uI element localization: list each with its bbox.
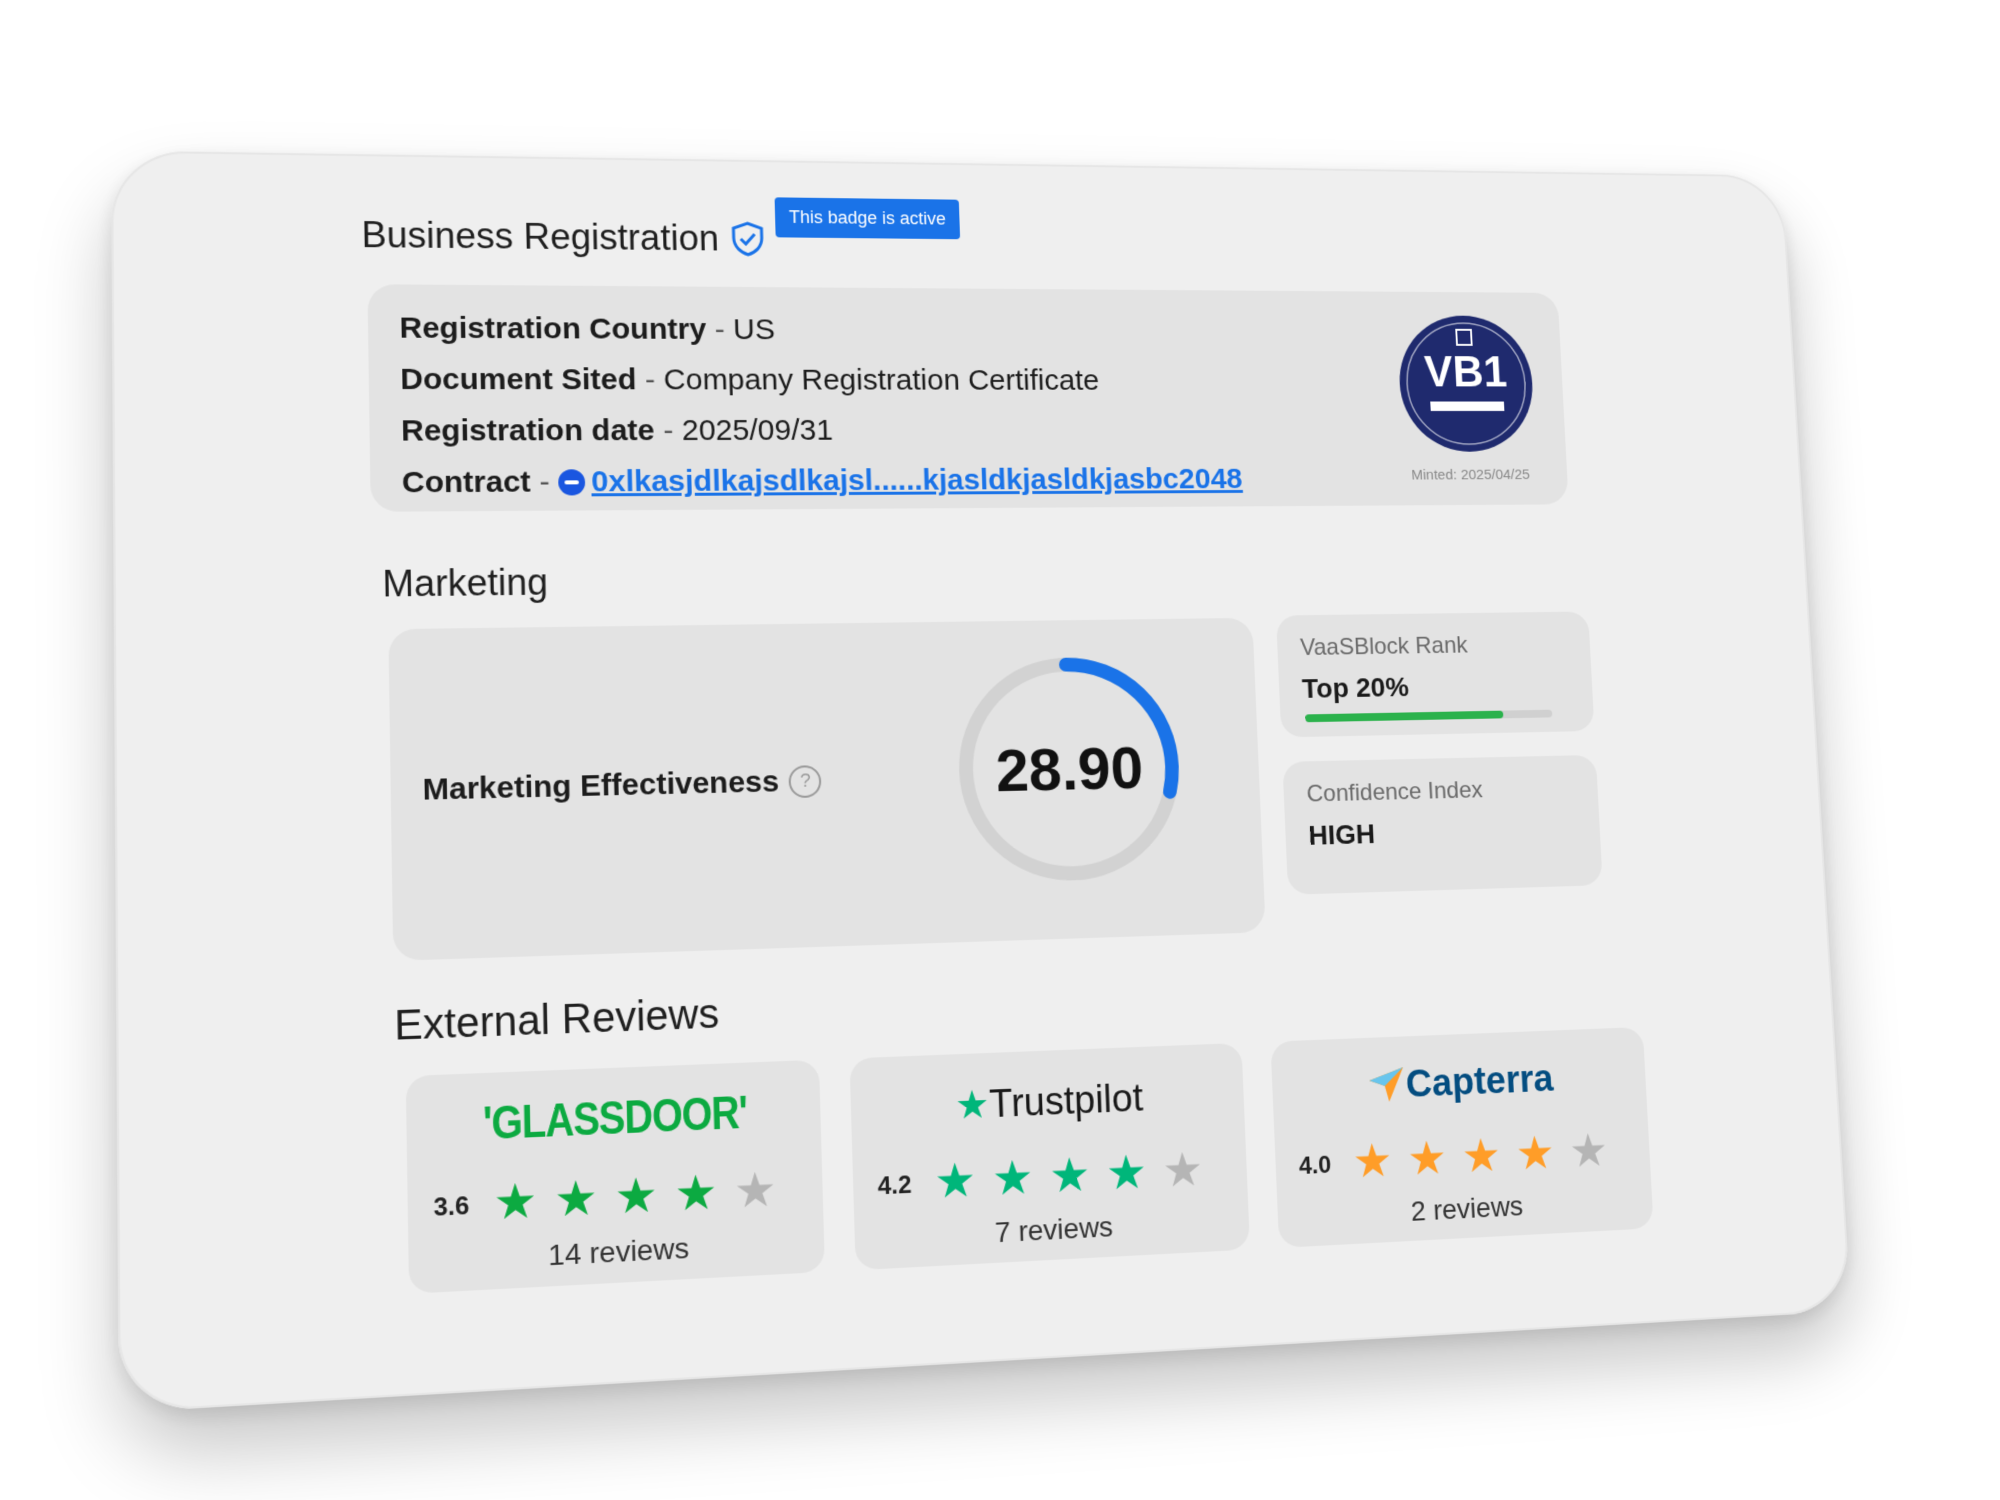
- row-separator: -: [705, 313, 734, 346]
- badge-active-tooltip: This badge is active: [774, 197, 961, 240]
- confidence-value: HIGH: [1307, 818, 1376, 851]
- star-filled-icon: ★: [933, 1152, 977, 1209]
- capterra-arrow-icon: [1369, 1067, 1405, 1103]
- registration-date-row: Registration date - 2025/09/31: [401, 405, 1242, 457]
- star-filled-icon: ★: [1351, 1133, 1394, 1188]
- vaasblock-rank-card: VaaSBlock Rank Top 20%: [1276, 611, 1595, 738]
- review-count: 7 reviews: [994, 1210, 1114, 1249]
- trustpilot-logo: ★Trustpilot: [850, 1071, 1244, 1134]
- document-sited-row: Document Sited - Company Registration Ce…: [400, 354, 1239, 406]
- verified-shield-icon: [730, 221, 765, 257]
- star-filled-icon: ★: [1406, 1131, 1448, 1185]
- star-filled-icon: ★: [673, 1164, 719, 1221]
- vb1-seal-logo: VB1: [1396, 315, 1536, 452]
- registration-card: Registration Country - US Document Sited…: [367, 284, 1569, 512]
- contract-row: Contract - 0xlkasjdlkajsdlkajsl......kja…: [402, 454, 1244, 508]
- star-rating: ★ ★ ★ ★ ★: [933, 1142, 1205, 1209]
- business-registration-title: Business Registration: [361, 214, 720, 259]
- confidence-index-card: Confidence Index HIGH: [1282, 754, 1603, 895]
- review-rating: 4.0: [1298, 1151, 1332, 1181]
- star-empty-icon: ★: [1161, 1142, 1205, 1197]
- registration-country-row: Registration Country - US: [399, 303, 1237, 357]
- row-key: Contract: [401, 465, 532, 500]
- row-separator: -: [530, 465, 559, 499]
- row-key: Document Sited: [400, 362, 637, 397]
- capterra-logo: Capterra: [1272, 1054, 1647, 1113]
- row-key: Registration date: [400, 414, 656, 448]
- star-filled-icon: ★: [553, 1170, 599, 1227]
- rank-value: Top 20%: [1301, 671, 1410, 704]
- star-rating: ★ ★ ★ ★ ★: [1351, 1123, 1610, 1188]
- star-filled-icon: ★: [1514, 1126, 1556, 1180]
- review-card-glassdoor[interactable]: 'GLASSDOOR' 3.6 ★ ★ ★ ★ ★ 14 reviews: [405, 1059, 825, 1294]
- star-filled-icon: ★: [1460, 1128, 1503, 1183]
- marketing-effectiveness-card: Marketing Effectiveness ? 28.90: [388, 617, 1266, 961]
- rank-label: VaaSBlock Rank: [1299, 632, 1469, 661]
- review-card-trustpilot[interactable]: ★Trustpilot 4.2 ★ ★ ★ ★ ★ 7 reviews: [849, 1042, 1251, 1271]
- star-filled-icon: ★: [1105, 1144, 1148, 1200]
- business-registration-heading: Business Registration: [361, 214, 765, 260]
- row-value: 2025/09/31: [681, 414, 834, 447]
- row-key: Registration Country: [399, 311, 707, 346]
- chain-icon: [558, 469, 586, 496]
- marketing-title: Marketing: [382, 561, 549, 605]
- row-separator: -: [636, 363, 664, 397]
- row-separator: -: [654, 414, 683, 448]
- rank-progress-track: [1305, 709, 1553, 723]
- review-count: 14 reviews: [547, 1231, 690, 1272]
- marketing-effectiveness-label: Marketing Effectiveness: [422, 765, 780, 807]
- row-value: US: [732, 313, 776, 347]
- star-filled-icon: ★: [492, 1172, 538, 1230]
- star-empty-icon: ★: [1568, 1123, 1610, 1177]
- tablet-screen: Business Registration This badge is acti…: [110, 150, 1852, 1413]
- confidence-label: Confidence Index: [1306, 776, 1484, 808]
- marketing-effectiveness-label-wrap: Marketing Effectiveness ?: [422, 764, 823, 808]
- external-reviews-title: External Reviews: [393, 991, 720, 1050]
- review-rating: 4.2: [877, 1171, 913, 1201]
- star-filled-icon: ★: [613, 1167, 659, 1224]
- help-icon[interactable]: ?: [788, 765, 823, 799]
- contract-address-link[interactable]: 0xlkasjdlkajsdlkajsl......kjasldkjasldkj…: [591, 463, 1243, 498]
- trustpilot-star-icon: ★: [954, 1083, 991, 1128]
- rank-progress-fill: [1305, 710, 1504, 723]
- review-rating: 3.6: [433, 1191, 470, 1223]
- stage: Business Registration This badge is acti…: [0, 0, 2000, 1500]
- row-value: Company Registration Certificate: [663, 363, 1100, 397]
- minted-date: Minted: 2025/04/25: [1410, 466, 1531, 484]
- star-rating: ★ ★ ★ ★ ★: [492, 1161, 778, 1230]
- glassdoor-logo: 'GLASSDOOR': [482, 1088, 748, 1150]
- star-empty-icon: ★: [733, 1161, 778, 1218]
- star-filled-icon: ★: [1048, 1147, 1092, 1203]
- review-count: 2 reviews: [1410, 1190, 1524, 1227]
- star-filled-icon: ★: [991, 1150, 1035, 1206]
- effectiveness-score: 28.90: [994, 733, 1145, 804]
- review-card-capterra[interactable]: Capterra 4.0 ★ ★ ★ ★ ★ 2 reviews: [1270, 1026, 1654, 1248]
- seal-text: VB1: [1423, 347, 1508, 396]
- capterra-name: Capterra: [1405, 1058, 1555, 1106]
- trustpilot-name: Trustpilot: [988, 1077, 1144, 1127]
